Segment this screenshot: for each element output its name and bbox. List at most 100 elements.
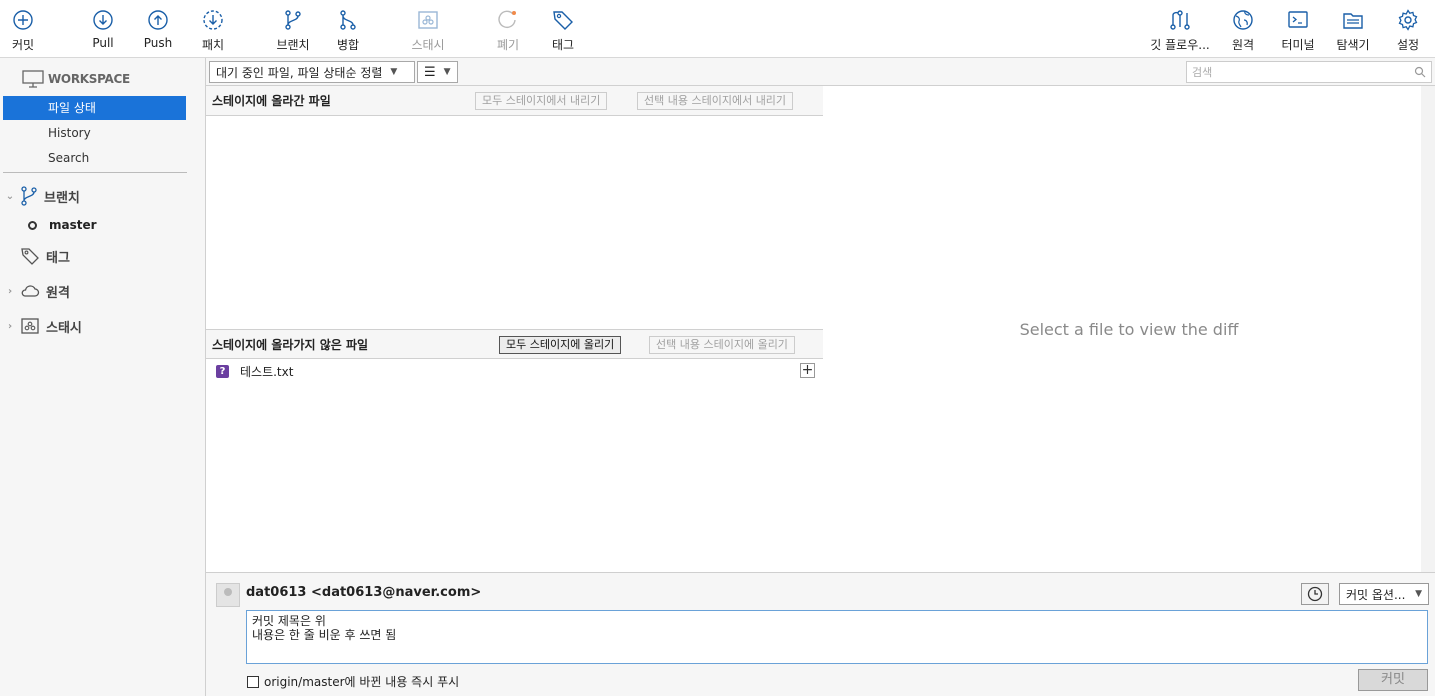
unstaged-file-list: ? 테스트.txt + (206, 359, 823, 572)
stashes-label: 스태시 (46, 320, 82, 336)
stash-icon (418, 11, 438, 29)
pull-label: Pull (92, 36, 114, 50)
tag-button[interactable]: 태그 (533, 6, 593, 54)
fetch-label: 패치 (201, 38, 225, 52)
folder-icon (1343, 13, 1363, 29)
gitflow-icon (1170, 10, 1190, 30)
chevron-right-icon[interactable]: › (0, 286, 20, 297)
branch-icon (21, 186, 37, 206)
search-placeholder: 검색 (1192, 66, 1213, 79)
commit-options-dropdown[interactable]: 커밋 옵션... ▼ (1339, 583, 1429, 605)
commit-area: dat0613 <dat0613@naver.com> 커밋 옵션... ▼ 커… (206, 572, 1435, 696)
clock-icon (1307, 586, 1323, 602)
sidebar-item-file-status[interactable]: 파일 상태 (3, 96, 186, 120)
push-button[interactable]: Push (128, 6, 188, 54)
stage-selected-button[interactable]: 선택 내용 스테이지에 올리기 (649, 336, 795, 354)
explorer-label: 탐색기 (1336, 38, 1370, 52)
commit-button[interactable]: 커밋 (1358, 669, 1428, 691)
gitflow-button[interactable]: 깃 플로우... (1145, 6, 1215, 54)
unstage-all-button[interactable]: 모두 스테이지에서 내리기 (475, 92, 608, 110)
chevron-down-icon[interactable]: ⌄ (0, 191, 20, 202)
commit-history-button[interactable] (1301, 583, 1329, 605)
commit-toolbar-button[interactable]: 커밋 (0, 6, 53, 54)
file-filter-bar: 대기 중인 파일, 파일 상태순 정렬 ▼ ☰ ▼ 검색 (206, 58, 1435, 86)
sidebar: WORKSPACE 파일 상태 History Search ⌄ 브랜치 mas… (0, 58, 206, 696)
sidebar-branch-master[interactable]: master (28, 215, 97, 235)
file-filter-dropdown[interactable]: 대기 중인 파일, 파일 상태순 정렬 ▼ (209, 61, 415, 83)
workspace-header: WORKSPACE (22, 68, 130, 90)
discard-icon (498, 10, 516, 29)
staged-file-list[interactable] (206, 116, 823, 329)
sidebar-item-search[interactable]: Search (3, 146, 186, 170)
commit-message-line: 커밋 제목은 위 (252, 614, 326, 628)
sourcetree-window: 커밋 Pull Push 패치 브랜치 병합 스태시 폐기 태그 깃 플로우..… (0, 0, 1435, 696)
diff-placeholder: Select a file to view the diff (1019, 320, 1239, 339)
branch-name: master (49, 218, 97, 232)
push-label: Push (143, 36, 173, 50)
push-immediately-label: origin/master에 바뀐 내용 즉시 푸시 (264, 675, 460, 689)
merge-button[interactable]: 병합 (318, 6, 378, 54)
workspace-label: WORKSPACE (48, 72, 130, 86)
diff-view: Select a file to view the diff (823, 86, 1435, 572)
stash-button[interactable]: 스태시 (398, 6, 458, 54)
push-immediately-checkbox[interactable]: origin/master에 바뀐 내용 즉시 푸시 (247, 673, 459, 690)
explorer-button[interactable]: 탐색기 (1323, 6, 1383, 54)
pull-button[interactable]: Pull (73, 6, 133, 54)
staged-title: 스테이지에 올라간 파일 (212, 94, 331, 108)
unstaged-title: 스테이지에 올라가지 않은 파일 (212, 338, 369, 352)
checkbox-box[interactable] (247, 675, 259, 688)
settings-label: 설정 (1396, 38, 1420, 52)
file-panels: 스테이지에 올라간 파일 모두 스테이지에서 내리기 선택 내용 스테이지에서 … (206, 86, 823, 572)
terminal-button[interactable]: 터미널 (1268, 6, 1328, 54)
plus-circle-icon (13, 10, 33, 30)
branch-label: 브랜치 (276, 38, 310, 52)
merge-label: 병합 (336, 38, 360, 52)
branches-label: 브랜치 (44, 190, 80, 206)
branch-icon (285, 10, 301, 30)
commit-options-label: 커밋 옵션... (1346, 587, 1406, 602)
discard-label: 폐기 (496, 38, 520, 52)
untracked-icon: ? (216, 364, 229, 378)
cloud-icon (21, 285, 40, 297)
current-branch-icon (28, 220, 37, 230)
sidebar-section-remotes[interactable]: › 원격 (0, 279, 70, 303)
view-mode-dropdown[interactable]: ☰ ▼ (417, 61, 458, 83)
settings-button[interactable]: 설정 (1378, 6, 1435, 54)
tag-icon (21, 248, 39, 265)
sidebar-divider (3, 172, 187, 173)
stage-all-button[interactable]: 모두 스테이지에 올리기 (499, 336, 622, 354)
unstage-selected-button[interactable]: 선택 내용 스테이지에서 내리기 (637, 92, 794, 110)
stash-icon (21, 318, 39, 334)
discard-button[interactable]: 폐기 (478, 6, 538, 54)
merge-icon (340, 10, 356, 30)
sidebar-item-history[interactable]: History (3, 121, 186, 145)
sidebar-section-stashes[interactable]: › 스태시 (0, 314, 82, 338)
diff-scrollbar[interactable] (1421, 86, 1435, 572)
avatar (216, 583, 240, 607)
chevron-right-icon[interactable]: › (0, 321, 20, 332)
remote-button[interactable]: 원격 (1213, 6, 1273, 54)
file-name: 테스트.txt (240, 364, 294, 379)
search-icon (1414, 66, 1426, 78)
gear-icon (1398, 9, 1418, 31)
stash-label: 스태시 (411, 38, 445, 52)
fetch-icon (203, 10, 223, 30)
list-icon: ☰ (424, 64, 436, 80)
commit-author: dat0613 <dat0613@naver.com> (246, 585, 482, 600)
sidebar-section-branches[interactable]: ⌄ 브랜치 (0, 184, 80, 208)
branch-button[interactable]: 브랜치 (263, 6, 323, 54)
remotes-label: 원격 (46, 285, 70, 301)
chevron-down-icon: ▼ (443, 67, 451, 77)
fetch-button[interactable]: 패치 (183, 6, 243, 54)
commit-message-input[interactable]: 커밋 제목은 위 내용은 한 줄 비운 후 쓰면 됨 (246, 610, 1428, 664)
tag-icon (553, 11, 573, 30)
gitflow-label: 깃 플로우... (1150, 38, 1210, 52)
remote-label: 원격 (1231, 38, 1255, 52)
search-input[interactable]: 검색 (1186, 61, 1432, 83)
sidebar-section-tags[interactable]: 태그 (0, 244, 70, 268)
commit-message-line: 내용은 한 줄 비운 후 쓰면 됨 (252, 628, 397, 642)
file-row[interactable]: ? 테스트.txt + (206, 360, 823, 382)
stage-file-button[interactable]: + (800, 363, 815, 378)
tag-label: 태그 (551, 38, 575, 52)
staged-header: 스테이지에 올라간 파일 모두 스테이지에서 내리기 선택 내용 스테이지에서 … (206, 86, 823, 116)
